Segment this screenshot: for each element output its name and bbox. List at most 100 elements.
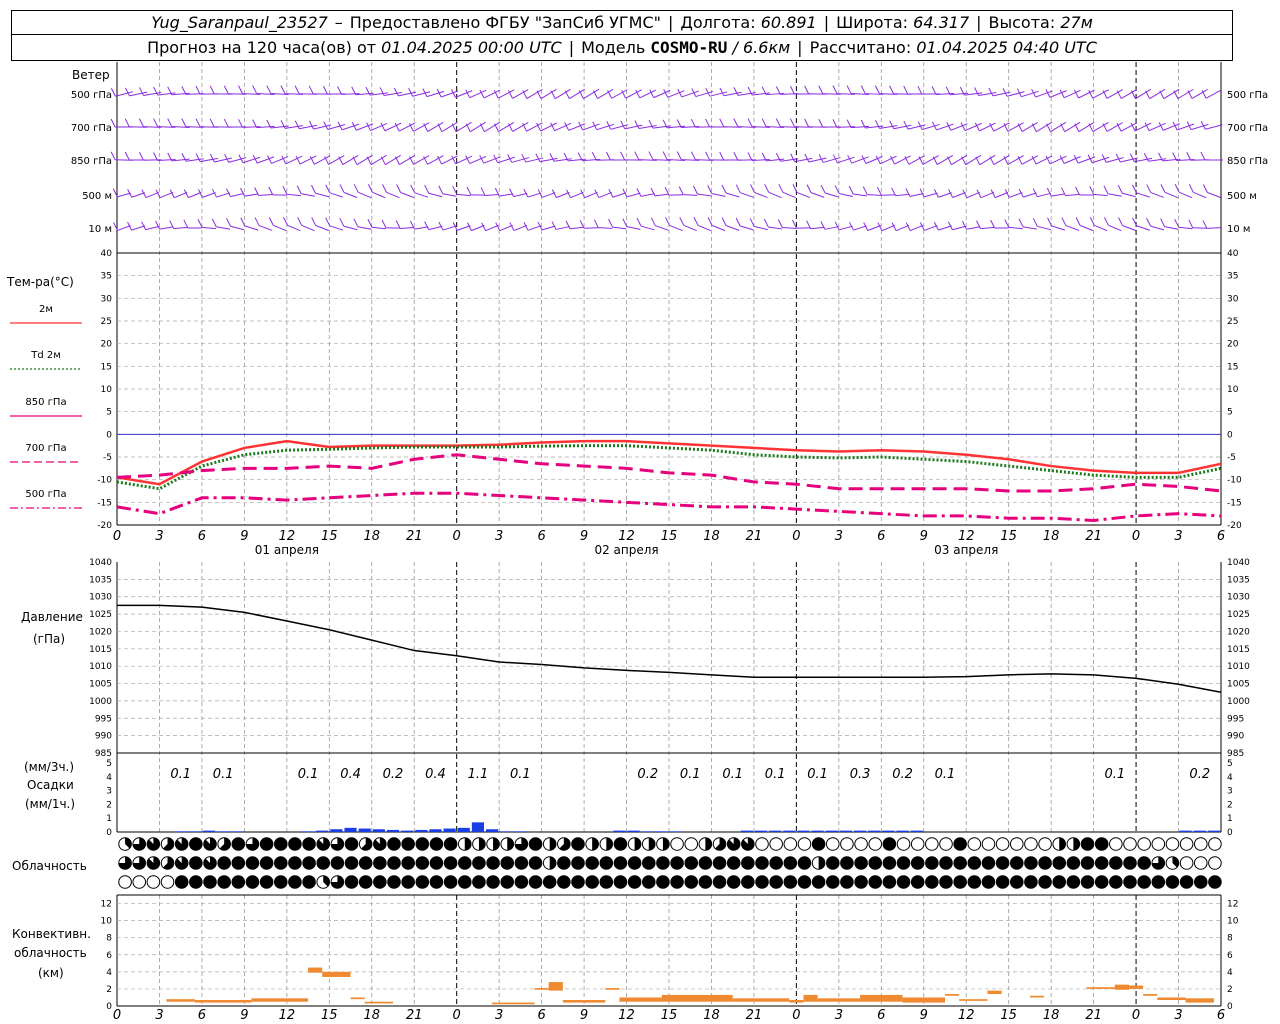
wind-level-label-left: 500 м [82, 191, 112, 202]
precip-ytick-left: 1 [106, 814, 112, 824]
cloud-fill [897, 856, 910, 870]
wind-barb [754, 225, 768, 231]
conv-ytick-right: 4 [1227, 968, 1233, 978]
wind-barb-flag [735, 217, 741, 227]
wind-barb-flag [523, 188, 529, 198]
cloud-symbol [528, 856, 543, 870]
cloud-symbol [1066, 875, 1081, 889]
wind-barb-flag [424, 221, 430, 230]
wind-barb-flag [127, 189, 133, 198]
cloud-symbol [981, 875, 996, 889]
temp-xtick: 6 [198, 529, 206, 544]
wind-barb-flag [747, 152, 753, 161]
cloud-circle [1009, 837, 1024, 851]
pressure-ytick-right: 995 [1227, 714, 1244, 724]
wind-barb-flag [195, 85, 201, 95]
wind-barb-flag [141, 221, 147, 230]
wind-barb-flag [960, 122, 966, 131]
cloud-symbol [825, 837, 840, 851]
wind-barb [1205, 89, 1223, 99]
cloud-fill [1067, 875, 1080, 889]
wind-barb-flag [848, 221, 854, 231]
cloud-symbol [528, 837, 543, 851]
wind-barb [810, 226, 825, 230]
wind-barb-flag [139, 87, 144, 96]
wind-barb [782, 191, 796, 199]
pressure-ytick-left: 1020 [89, 627, 112, 637]
cloud-symbol [118, 875, 132, 889]
cloud-fill [798, 856, 811, 870]
conv-xtick: 15 [1000, 1008, 1017, 1023]
temp-xtick: 15 [661, 529, 678, 544]
precip-bar [401, 830, 414, 832]
wind-barb [273, 224, 287, 232]
pressure-ytick-left: 1005 [89, 680, 112, 690]
cloud-symbol [146, 837, 161, 851]
conv-bar [534, 988, 549, 990]
precip-bar [202, 830, 216, 832]
temp-xtick: 3 [495, 529, 503, 544]
temp-xtick: 3 [155, 529, 163, 544]
wind-barb [1122, 192, 1136, 198]
temp-xtick: 15 [1000, 529, 1017, 544]
wind-barb-flag [438, 221, 444, 231]
wind-barb-flag [790, 153, 796, 162]
conv-bar [1114, 984, 1129, 990]
cloud-fill [741, 875, 755, 889]
temp-xtick: 3 [835, 529, 843, 544]
wind-barb-flag [282, 186, 288, 195]
pressure-ytick-left: 995 [95, 714, 112, 724]
wind-barb-flag [820, 184, 826, 194]
wind-barb-flag [721, 217, 727, 226]
wind-barb [612, 192, 627, 198]
wind-barb [499, 224, 513, 232]
wind-barb [159, 191, 174, 199]
cloud-symbol [146, 875, 161, 889]
cloud-fill [260, 856, 273, 870]
wind-barb-flag [1004, 219, 1010, 228]
cloud-fill [996, 875, 1009, 889]
cloud-circle [1193, 856, 1208, 870]
wind-barb-flag [195, 153, 201, 162]
precip-label: 0.1 [170, 767, 191, 782]
cloud-symbol [500, 837, 515, 851]
cloud-fill [769, 875, 783, 889]
cloud-symbol [882, 856, 897, 870]
conv-ytick-right: 6 [1227, 951, 1233, 961]
wind-barb [1178, 191, 1193, 199]
cloud-symbol [1123, 837, 1137, 851]
wind-barb [541, 225, 556, 231]
cloud-circle [118, 875, 132, 889]
wind-barb [1065, 225, 1080, 231]
precip-bar [740, 830, 753, 832]
cloud-fill [656, 875, 670, 889]
cloud-symbol [542, 837, 557, 851]
wind-barb [1178, 226, 1193, 230]
cloud-symbol [825, 875, 840, 889]
cloud-symbol [953, 875, 967, 889]
cloud-symbol [330, 856, 345, 870]
cloud-fill [713, 856, 726, 870]
cloud-circle [981, 837, 996, 851]
cloud-symbol [967, 875, 982, 889]
cloud-symbol [741, 856, 755, 870]
cloud-symbol [259, 856, 274, 870]
wind-barb-flag [124, 87, 130, 97]
wind-barb [740, 192, 754, 198]
cloud-fill [628, 875, 641, 889]
wind-level-label-right: 500 м [1227, 191, 1257, 202]
cloud-symbol [599, 856, 614, 870]
precip-label: 0.1 [807, 767, 828, 782]
cloud-symbol [1080, 875, 1095, 889]
wind-barb-flag [181, 118, 187, 127]
wind-barb [782, 227, 797, 229]
precip-bar [868, 830, 881, 832]
temp-xtick: 6 [877, 529, 885, 544]
cloud-fill [925, 856, 939, 870]
cloud-symbol [146, 856, 161, 870]
conv-xtick: 6 [877, 1008, 885, 1023]
wind-barb [202, 192, 216, 198]
cloud-fill [401, 856, 415, 870]
conv-bar [987, 990, 1002, 995]
wind-barb-flag [465, 89, 471, 98]
